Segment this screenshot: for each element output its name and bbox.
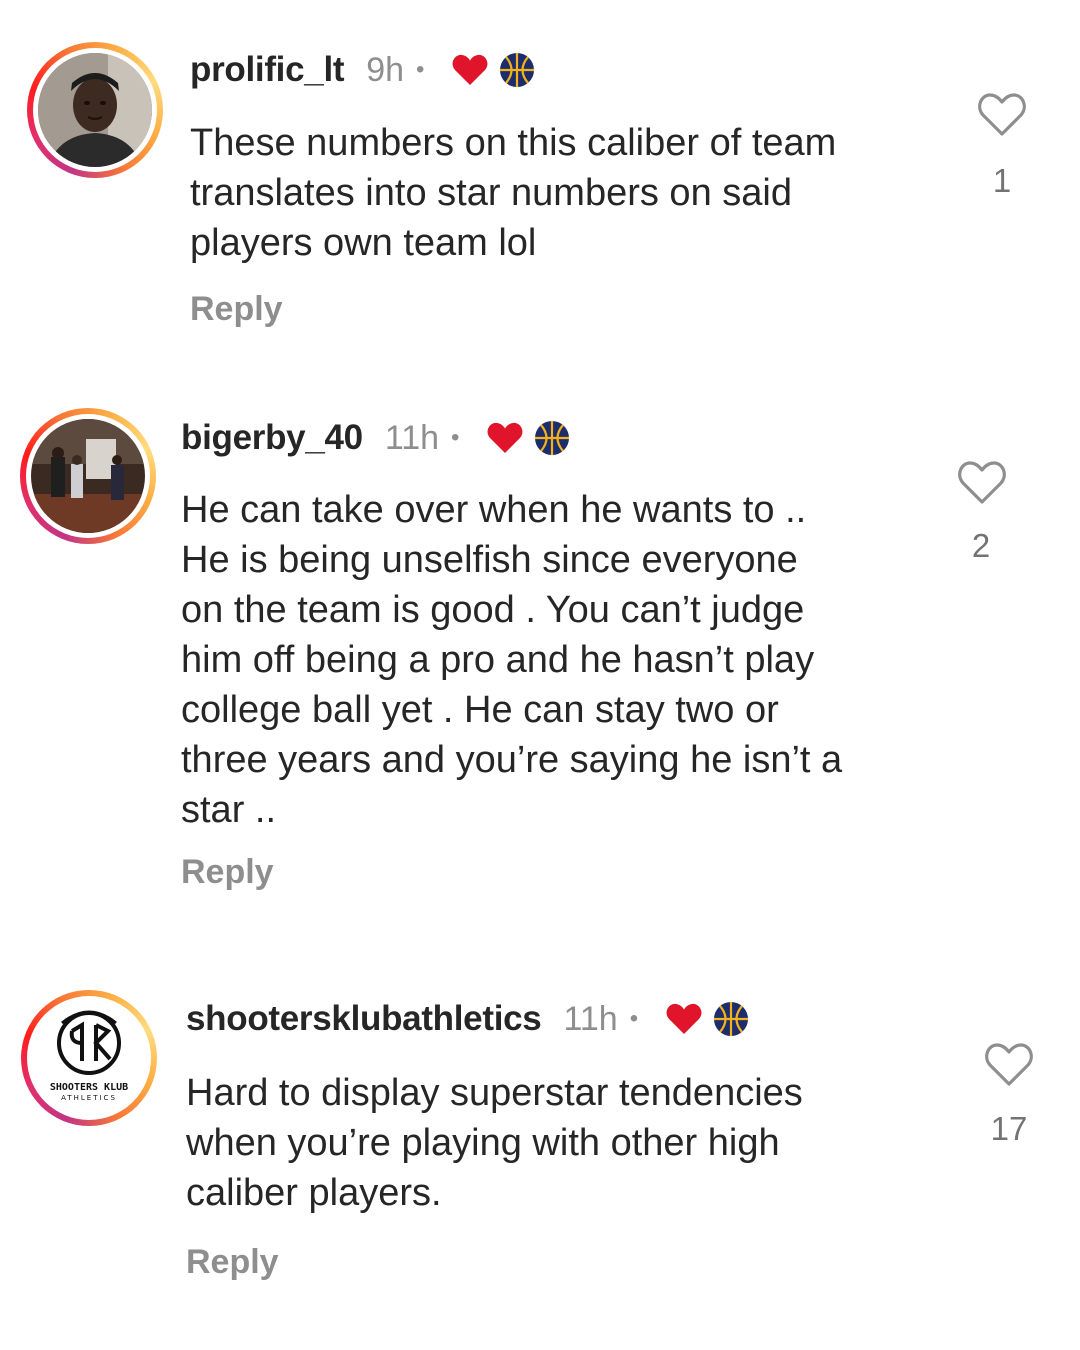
- reply-button[interactable]: Reply: [186, 1243, 279, 1282]
- reply-button[interactable]: Reply: [181, 853, 274, 892]
- person-photo-icon: [38, 53, 152, 167]
- logo-text-main: SHOOTERS KLUB: [49, 1082, 129, 1093]
- heart-badge-icon: [666, 1003, 702, 1035]
- heart-badge-icon: [452, 54, 488, 86]
- like-count: 17: [990, 1110, 1028, 1147]
- basketball-badge-icon: [712, 1000, 750, 1038]
- comment-text: He can take over when he wants to .. He …: [181, 489, 843, 831]
- comment-text: These numbers on this caliber of team tr…: [190, 122, 837, 264]
- logo-text-sub: ATHLETICS: [61, 1094, 117, 1102]
- reply-button[interactable]: Reply: [190, 290, 283, 329]
- separator-dot: •: [416, 56, 425, 83]
- heart-badge-icon: [487, 422, 523, 454]
- avatar[interactable]: SHOOTERS KLUB ATHLETICS: [21, 990, 157, 1126]
- comment-text: Hard to display superstar tendencies whe…: [186, 1072, 803, 1214]
- like-heart-icon[interactable]: [984, 1042, 1034, 1088]
- basketball-badge-icon: [533, 419, 571, 457]
- like-count: 1: [992, 162, 1012, 199]
- username[interactable]: prolific_lt: [190, 50, 345, 90]
- like-count: 2: [971, 527, 991, 564]
- username[interactable]: shootersklubathletics: [186, 999, 542, 1039]
- separator-dot: •: [451, 424, 460, 451]
- separator-dot: •: [629, 1005, 639, 1032]
- basketball-badge-icon: [498, 51, 536, 89]
- timestamp: 9h: [366, 50, 405, 89]
- gym-photo-icon: [31, 419, 145, 533]
- like-heart-icon[interactable]: [957, 460, 1007, 506]
- avatar[interactable]: [27, 42, 163, 178]
- like-heart-icon[interactable]: [977, 92, 1027, 138]
- timestamp: 11h: [563, 999, 618, 1038]
- timestamp: 11h: [384, 418, 440, 457]
- avatar[interactable]: [20, 408, 156, 544]
- username[interactable]: bigerby_40: [181, 418, 363, 458]
